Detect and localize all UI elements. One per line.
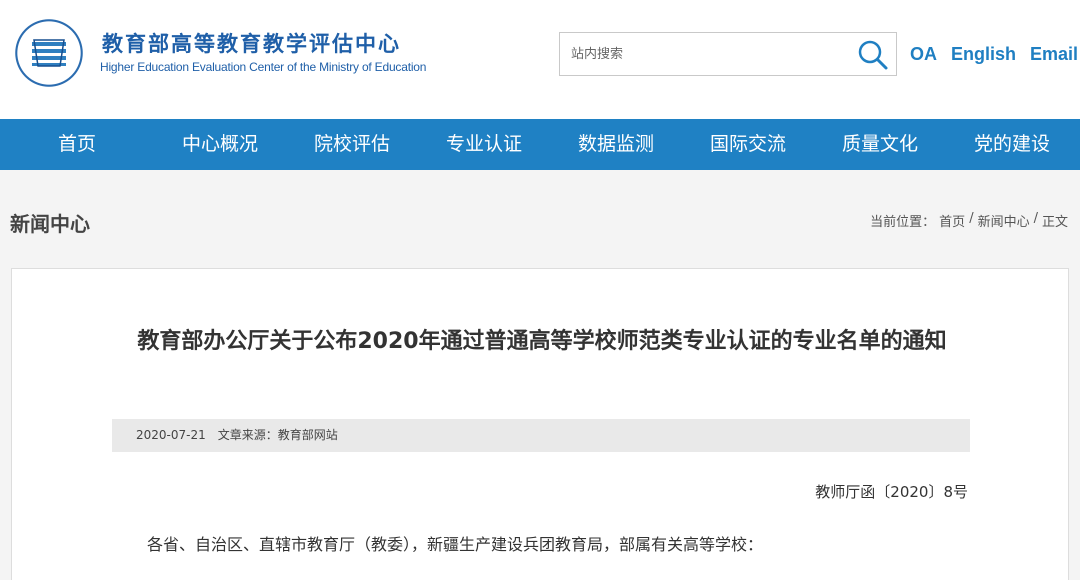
article-date: 2020-07-21	[136, 428, 206, 442]
top-links: OA English Email	[910, 44, 1078, 65]
breadcrumb-separator: /	[969, 211, 974, 226]
search-button[interactable]	[856, 38, 890, 72]
heec-seal-logo-icon[interactable]	[12, 16, 86, 90]
oa-link[interactable]: OA	[910, 44, 937, 65]
article-panel: 教育部办公厅关于公布2020年通过普通高等学校师范类专业认证的专业名单的通知 2…	[11, 268, 1069, 580]
section-title: 新闻中心	[10, 212, 90, 236]
nav-item-party-building[interactable]: 党的建设	[946, 119, 1078, 170]
breadcrumb-home[interactable]: 首页	[939, 211, 965, 230]
email-link[interactable]: Email	[1030, 44, 1078, 65]
breadcrumb-separator: /	[1033, 211, 1038, 226]
english-link[interactable]: English	[951, 44, 1016, 65]
search-input[interactable]	[560, 33, 850, 75]
breadcrumb: 当前位置： 首页 / 新闻中心 / 正文	[870, 211, 1068, 230]
nav-item-program-accreditation[interactable]: 专业认证	[418, 119, 550, 170]
article-source: 文章来源：教育部网站	[217, 428, 338, 442]
breadcrumb-news-center[interactable]: 新闻中心	[978, 211, 1030, 230]
article-title: 教育部办公厅关于公布2020年通过普通高等学校师范类专业认证的专业名单的通知	[137, 329, 947, 354]
site-header: 教育部高等教育教学评估中心 Higher Education Evaluatio…	[0, 0, 1080, 119]
nav-item-data-monitoring[interactable]: 数据监测	[550, 119, 682, 170]
nav-item-quality-culture[interactable]: 质量文化	[814, 119, 946, 170]
breadcrumb-current: 正文	[1041, 215, 1068, 230]
org-name-cn: 教育部高等教育教学评估中心	[102, 31, 401, 56]
breadcrumb-prefix: 当前位置：	[870, 215, 936, 230]
logo-emblem-icon	[32, 39, 66, 67]
article-meta: 2020-07-21 文章来源：教育部网站	[112, 419, 970, 452]
search-box	[559, 32, 897, 76]
nav-item-institution-evaluation[interactable]: 院校评估	[286, 119, 418, 170]
nav-item-international-exchange[interactable]: 国际交流	[682, 119, 814, 170]
nav-item-center-overview[interactable]: 中心概况	[154, 119, 286, 170]
article-salutation: 各省、自治区、直辖市教育厅（教委），新疆生产建设兵团教育局，部属有关高等学校：	[147, 535, 764, 554]
main-nav: 首页 中心概况 院校评估 专业认证 数据监测 国际交流 质量文化 党的建设	[0, 119, 1080, 170]
document-number: 教师厅函〔2020〕8号	[815, 483, 968, 501]
search-icon	[858, 40, 888, 70]
org-name-en: Higher Education Evaluation Center of th…	[100, 60, 427, 74]
nav-item-home[interactable]: 首页	[0, 119, 154, 170]
